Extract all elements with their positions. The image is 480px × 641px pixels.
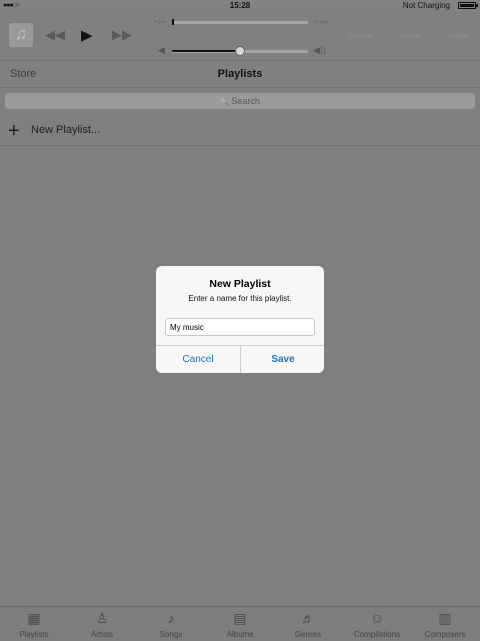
tab-label: Composers <box>424 630 466 639</box>
scrubber-handle[interactable] <box>172 19 174 25</box>
store-button[interactable]: Store <box>10 68 36 80</box>
save-button[interactable]: Save <box>241 346 324 373</box>
page-title: Playlists <box>217 68 263 80</box>
tab-artists[interactable]: ♙ Artists <box>68 607 136 641</box>
playlists-icon: ▦ <box>27 610 41 626</box>
volume-low-icon: ◀ <box>158 45 165 55</box>
dialog-title: New Playlist <box>209 278 271 290</box>
previous-track-icon[interactable]: ◀◀ <box>45 27 65 43</box>
tab-label: Compilations <box>353 630 401 639</box>
plus-icon: + <box>8 120 20 142</box>
volume-fill <box>172 50 240 52</box>
search-bar[interactable]: 🔍 Search <box>5 93 475 109</box>
play-icon[interactable]: ▶ <box>81 26 93 44</box>
tab-genres[interactable]: ♬ Genres <box>274 607 342 641</box>
tab-playlists[interactable]: ▦ Playlists <box>0 607 68 641</box>
new-playlist-dialog: New Playlist Enter a name for this playl… <box>156 266 324 373</box>
tab-label: Artists <box>90 630 114 639</box>
compilations-icon: ☺ <box>369 610 385 626</box>
shuffle-button[interactable]: Shuffle <box>447 33 469 40</box>
tab-label: Playlists <box>19 630 49 639</box>
remaining-time: -:--:-- <box>313 19 329 26</box>
songs-icon: ♪ <box>167 610 175 626</box>
tab-albums[interactable]: ▤ Albums <box>206 607 274 641</box>
elapsed-time: --:-- <box>154 19 166 26</box>
tab-label: Songs <box>159 630 183 639</box>
album-art-icon[interactable]: ♫ <box>9 23 33 47</box>
search-field[interactable]: 🔍 Search <box>5 93 475 111</box>
charging-status: Not Charging <box>402 1 450 10</box>
tab-compilations[interactable]: ☺ Compilations <box>343 607 411 641</box>
genres-icon: ♬ <box>301 610 315 626</box>
battery-icon <box>458 2 476 9</box>
playlist-name-input[interactable] <box>165 318 315 336</box>
battery-nub <box>476 4 478 7</box>
player-bar: ♫ ◀◀ ▶ ▶▶ --:-- -:--:-- ◀ ◀)) Repeat Cre… <box>0 12 480 61</box>
artists-icon: ♙ <box>95 610 109 626</box>
status-bar: ●●●○○ 15:28 Not Charging <box>0 0 480 12</box>
next-track-icon[interactable]: ▶▶ <box>112 27 132 43</box>
volume-high-icon: ◀)) <box>313 45 326 55</box>
scrubber-track[interactable] <box>172 21 308 24</box>
albums-icon: ▤ <box>233 610 247 626</box>
tab-label: Genres <box>294 630 322 639</box>
volume-knob[interactable] <box>235 46 245 56</box>
create-button[interactable]: Create <box>400 33 421 40</box>
nav-bar: Playlists Store <box>0 61 480 88</box>
search-placeholder: Search <box>231 96 260 106</box>
new-playlist-label: New Playlist... <box>31 124 101 136</box>
dialog-message: Enter a name for this playlist. <box>188 294 292 303</box>
composers-icon: ▥ <box>438 610 452 626</box>
repeat-button[interactable]: Repeat <box>349 33 372 40</box>
tab-bar: ▦ Playlists ♙ Artists ♪ Songs ▤ Albums ♬… <box>0 606 480 641</box>
tab-songs[interactable]: ♪ Songs <box>137 607 205 641</box>
tab-composers[interactable]: ▥ Composers <box>411 607 479 641</box>
tab-label: Albums <box>226 630 254 639</box>
new-playlist-row[interactable]: + New Playlist... <box>0 117 480 146</box>
cancel-button[interactable]: Cancel <box>156 346 240 373</box>
search-icon: 🔍 <box>220 99 229 106</box>
